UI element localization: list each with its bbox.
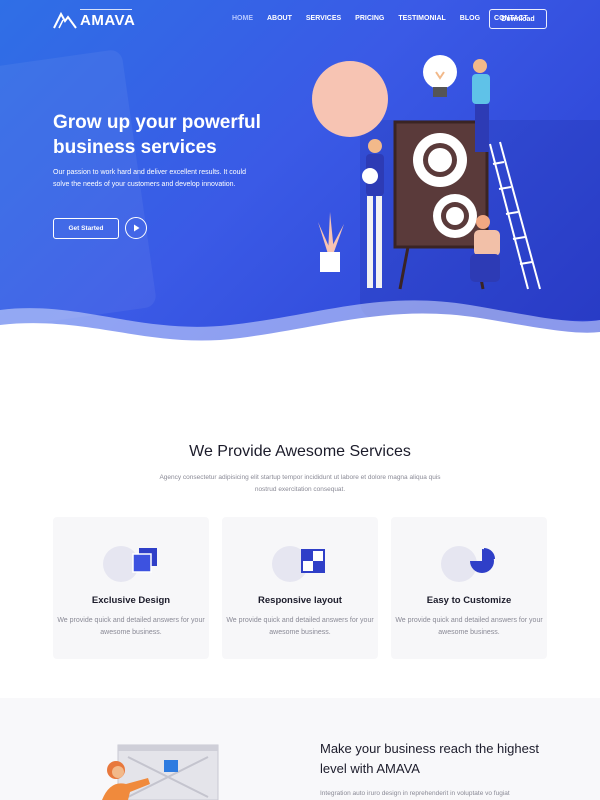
brand-name: AMAVA [80, 11, 136, 29]
download-button[interactable]: Download [489, 9, 547, 29]
feature-description: Integration auto iruro design in reprehe… [320, 790, 510, 797]
nav-item-blog[interactable]: BLOG [460, 15, 480, 22]
team-gears-illustration [312, 55, 541, 290]
top-navigation: AMAVA HOME ABOUT SERVICES PRICING TESTIM… [0, 0, 600, 40]
play-icon [134, 224, 140, 232]
get-started-button[interactable]: Get Started [53, 218, 119, 239]
card-title: Responsive layout [258, 595, 342, 606]
nav-item-home[interactable]: HOME [232, 15, 253, 22]
service-card-responsive-layout[interactable]: Responsive layout We provide quick and d… [222, 517, 378, 659]
marketing-illustration [102, 744, 219, 800]
mountain-logo-icon [53, 11, 77, 29]
hero-title: Grow up your powerful business services [53, 112, 261, 158]
services-title: We Provide Awesome Services [189, 443, 411, 460]
nav-item-testimonial[interactable]: TESTIMONIAL [398, 15, 445, 22]
gear-icon [413, 133, 467, 187]
nav-item-services[interactable]: SERVICES [306, 15, 341, 22]
hero-description: Our passion to work hard and deliver exc… [53, 169, 246, 188]
service-card-easy-to-customize[interactable]: Easy to Customize We provide quick and d… [391, 517, 547, 659]
logo-line [80, 9, 132, 10]
card-text: We provide quick and detailed answers fo… [57, 617, 205, 636]
feature-title: Make your business reach the highest lev… [320, 741, 539, 776]
hero-section: AMAVA HOME ABOUT SERVICES PRICING TESTIM… [0, 0, 600, 360]
card-text: We provide quick and detailed answers fo… [395, 617, 543, 636]
pie-chart-icon [470, 548, 495, 573]
gear-icon [433, 194, 477, 238]
play-video-button[interactable] [125, 217, 147, 239]
nav-item-about[interactable]: ABOUT [267, 15, 292, 22]
service-card-exclusive-design[interactable]: Exclusive Design We provide quick and de… [53, 517, 209, 659]
layers-icon [132, 548, 157, 573]
nav-item-pricing[interactable]: PRICING [355, 15, 384, 22]
services-cards: Exclusive Design We provide quick and de… [53, 517, 547, 659]
card-title: Easy to Customize [426, 595, 512, 606]
card-text: We provide quick and detailed answers fo… [226, 617, 374, 636]
grid-icon [301, 549, 325, 573]
card-title: Exclusive Design [91, 595, 171, 606]
brand-logo[interactable]: AMAVA [53, 9, 136, 29]
services-description: Agency consectetur adipisicing elit star… [159, 474, 441, 493]
